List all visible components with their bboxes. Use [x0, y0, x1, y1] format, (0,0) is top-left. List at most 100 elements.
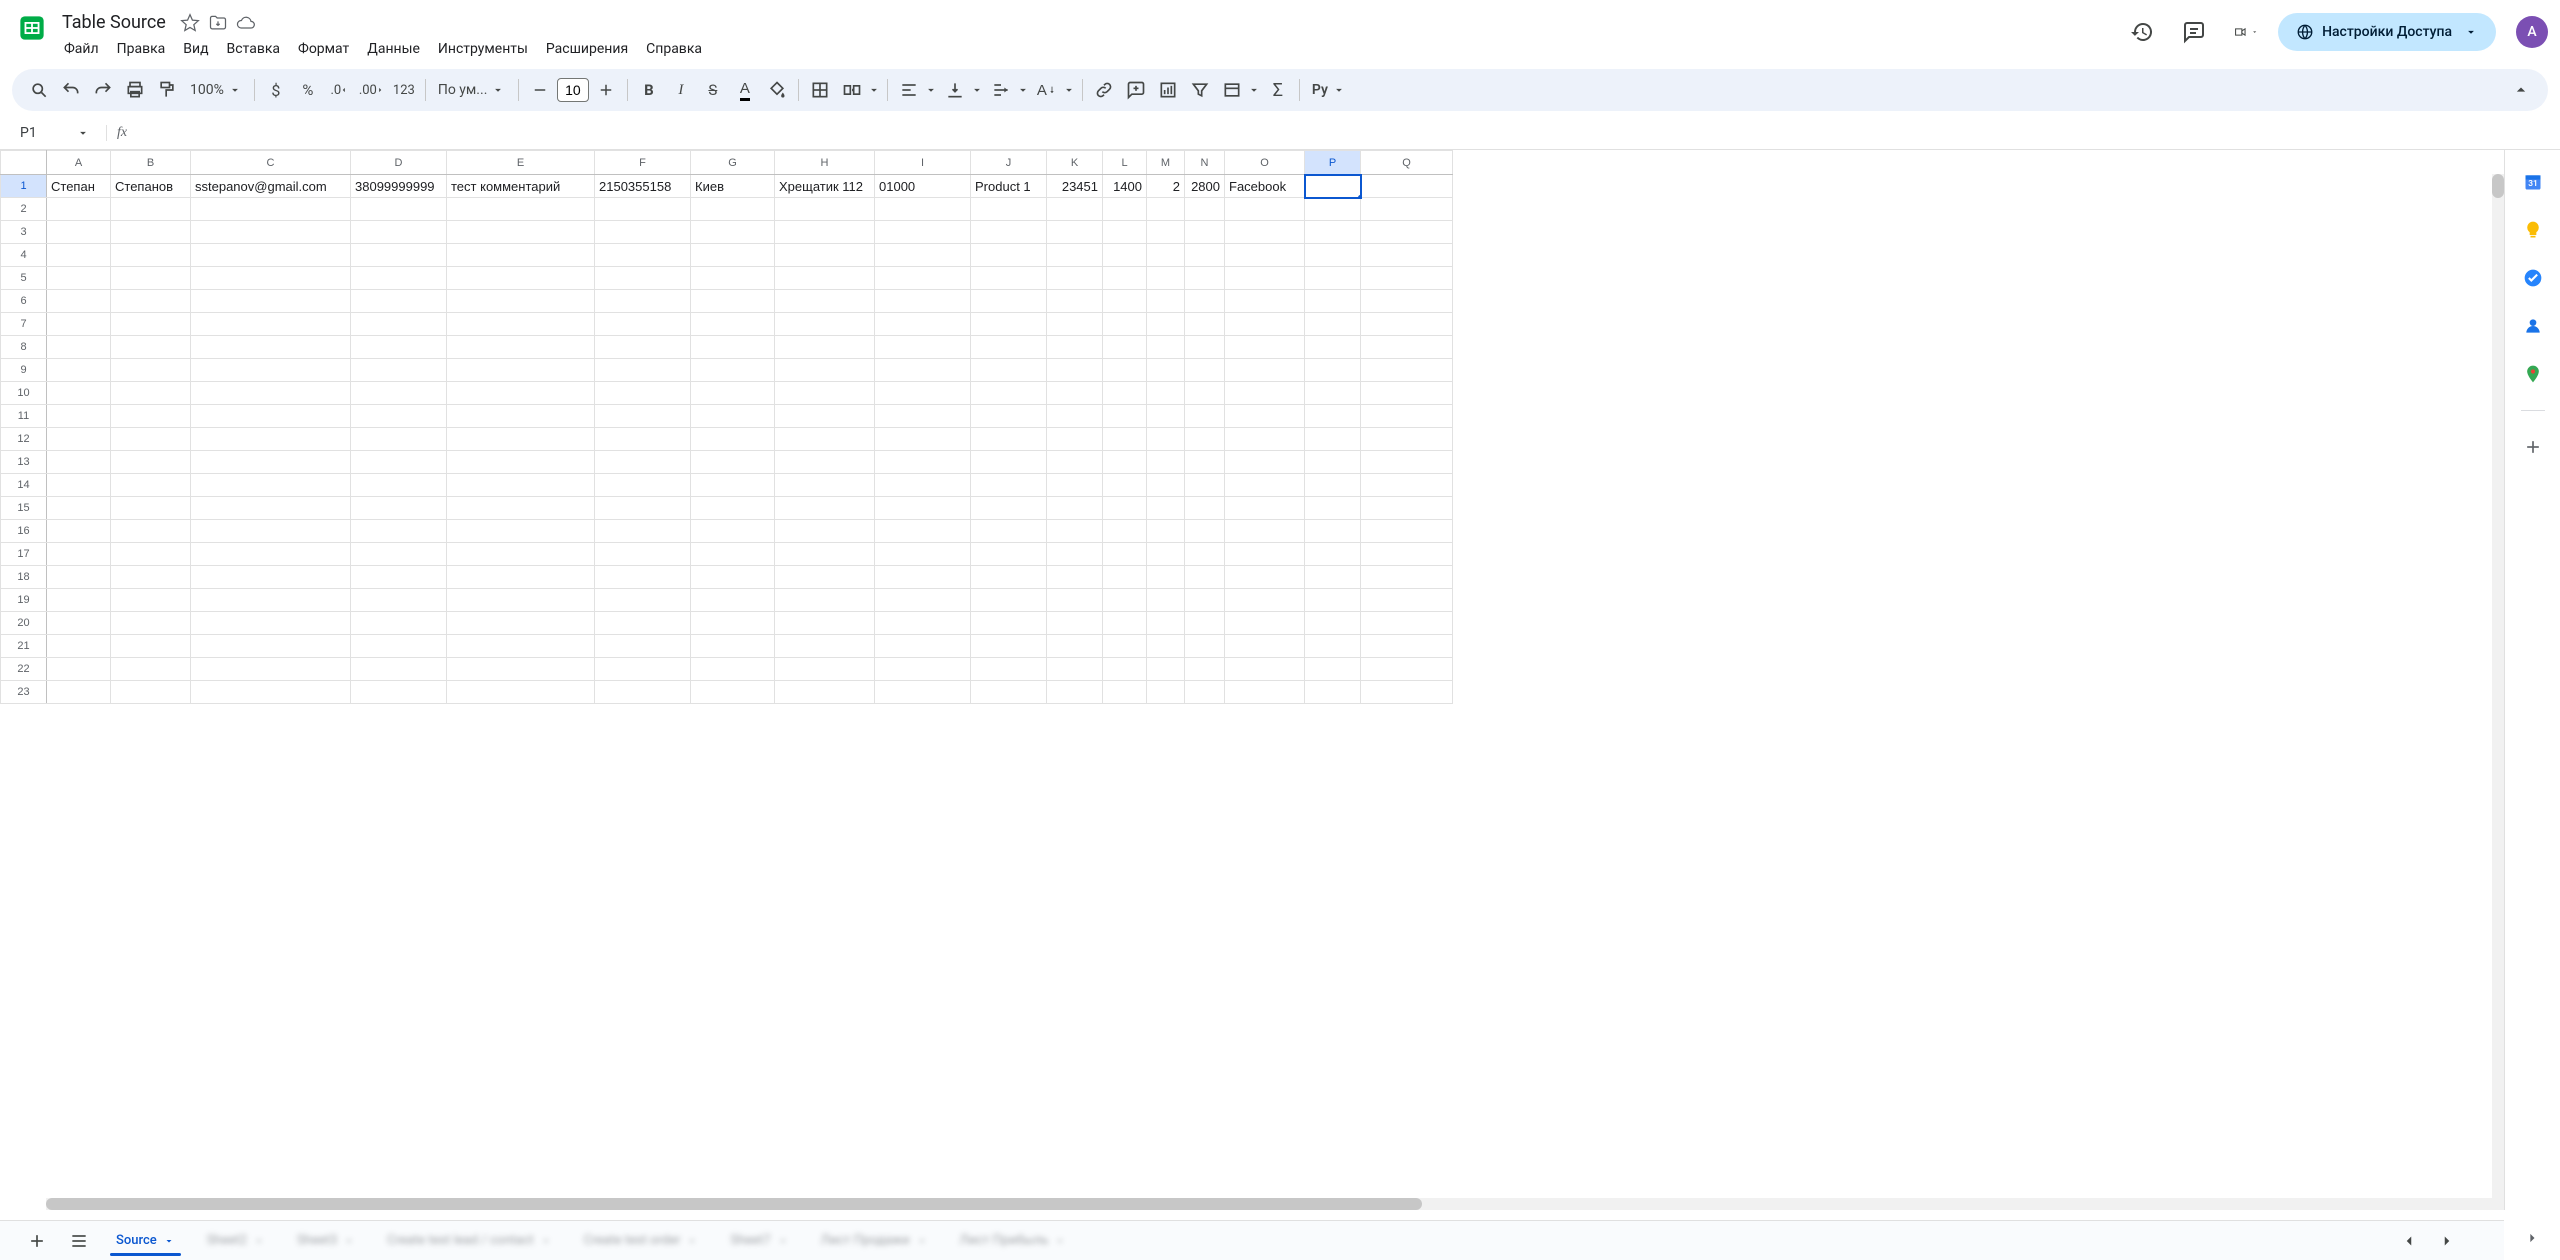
cell[interactable]: Facebook: [1225, 175, 1305, 198]
paint-format-icon[interactable]: [152, 75, 182, 105]
cell[interactable]: [351, 658, 447, 681]
cell[interactable]: [1103, 451, 1147, 474]
spreadsheet-grid[interactable]: ABCDEFGHIJKLMNOPQ1СтепанСтепановsstepano…: [0, 150, 1453, 704]
cell[interactable]: [775, 290, 875, 313]
cell[interactable]: [111, 290, 191, 313]
cell[interactable]: [971, 451, 1047, 474]
cell[interactable]: [111, 267, 191, 290]
cell[interactable]: [1047, 290, 1103, 313]
cell[interactable]: [875, 221, 971, 244]
cell[interactable]: [47, 497, 111, 520]
cell[interactable]: [1047, 428, 1103, 451]
cell[interactable]: [111, 313, 191, 336]
cell[interactable]: [191, 221, 351, 244]
horizontal-scrollbar-thumb[interactable]: [46, 1198, 1422, 1210]
row-header[interactable]: 8: [1, 336, 47, 359]
cell[interactable]: [1305, 474, 1361, 497]
cell[interactable]: [691, 612, 775, 635]
cell[interactable]: [1225, 681, 1305, 704]
sheet-tab[interactable]: Sheet2: [195, 1227, 277, 1254]
cell[interactable]: [1225, 520, 1305, 543]
cell[interactable]: [595, 566, 691, 589]
bold-icon[interactable]: B: [634, 75, 664, 105]
cell[interactable]: [1225, 313, 1305, 336]
calendar-icon[interactable]: 31: [2513, 162, 2553, 202]
cell[interactable]: [875, 244, 971, 267]
cell[interactable]: [447, 566, 595, 589]
sheet-tab[interactable]: Лист Прибыль: [948, 1227, 1079, 1254]
currency-icon[interactable]: $: [261, 75, 291, 105]
cell[interactable]: [775, 566, 875, 589]
cell[interactable]: [111, 244, 191, 267]
cell[interactable]: [971, 428, 1047, 451]
cell[interactable]: [191, 635, 351, 658]
cell[interactable]: [191, 359, 351, 382]
cell[interactable]: [47, 405, 111, 428]
cell[interactable]: [691, 543, 775, 566]
cell[interactable]: [595, 635, 691, 658]
cell[interactable]: [1147, 543, 1185, 566]
cell[interactable]: [875, 359, 971, 382]
cell[interactable]: [1147, 313, 1185, 336]
cell[interactable]: [971, 635, 1047, 658]
cell[interactable]: [447, 681, 595, 704]
cell[interactable]: [1305, 612, 1361, 635]
cell[interactable]: [111, 566, 191, 589]
document-title[interactable]: Table Source: [56, 10, 172, 35]
cell[interactable]: [47, 359, 111, 382]
row-header[interactable]: 2: [1, 198, 47, 221]
column-header[interactable]: C: [191, 151, 351, 175]
insert-link-icon[interactable]: [1089, 75, 1119, 105]
menu-item[interactable]: Формат: [290, 37, 357, 61]
borders-icon[interactable]: [805, 75, 835, 105]
menu-item[interactable]: Вставка: [219, 37, 288, 61]
cell[interactable]: [1185, 566, 1225, 589]
cell[interactable]: [1361, 267, 1453, 290]
cell[interactable]: [875, 543, 971, 566]
cell[interactable]: [351, 428, 447, 451]
cell[interactable]: [1305, 405, 1361, 428]
cell[interactable]: [1147, 336, 1185, 359]
row-header[interactable]: 21: [1, 635, 47, 658]
text-wrap-button[interactable]: [986, 75, 1030, 105]
cell[interactable]: [351, 497, 447, 520]
cell[interactable]: [875, 313, 971, 336]
column-header[interactable]: H: [775, 151, 875, 175]
cell[interactable]: [1147, 681, 1185, 704]
decrease-decimal-icon[interactable]: .0: [325, 75, 355, 105]
cell[interactable]: [1305, 221, 1361, 244]
insert-chart-icon[interactable]: [1153, 75, 1183, 105]
cell[interactable]: [447, 635, 595, 658]
cell[interactable]: [47, 428, 111, 451]
cell[interactable]: [1103, 658, 1147, 681]
cell[interactable]: [1103, 589, 1147, 612]
cell[interactable]: [47, 566, 111, 589]
cell[interactable]: [1147, 428, 1185, 451]
sheet-tab-active[interactable]: Source: [104, 1227, 187, 1254]
cell[interactable]: [1103, 290, 1147, 313]
cell[interactable]: [1047, 543, 1103, 566]
cell[interactable]: [595, 428, 691, 451]
cell[interactable]: [1361, 612, 1453, 635]
cell[interactable]: [47, 589, 111, 612]
cell[interactable]: [447, 382, 595, 405]
cell[interactable]: [1185, 520, 1225, 543]
cell[interactable]: [1047, 313, 1103, 336]
sheet-tab[interactable]: Лист Продажи: [809, 1227, 940, 1254]
cell[interactable]: [1361, 589, 1453, 612]
cell[interactable]: [1047, 382, 1103, 405]
column-header[interactable]: B: [111, 151, 191, 175]
cell[interactable]: [1147, 566, 1185, 589]
cell[interactable]: [595, 497, 691, 520]
redo-icon[interactable]: [88, 75, 118, 105]
cell[interactable]: [1103, 336, 1147, 359]
cell[interactable]: [191, 589, 351, 612]
cell[interactable]: [1225, 566, 1305, 589]
column-header[interactable]: Q: [1361, 151, 1453, 175]
cell[interactable]: [1047, 244, 1103, 267]
row-header[interactable]: 13: [1, 451, 47, 474]
cell[interactable]: тест комментарий: [447, 175, 595, 198]
cell[interactable]: [47, 520, 111, 543]
undo-icon[interactable]: [56, 75, 86, 105]
cell[interactable]: [1361, 336, 1453, 359]
